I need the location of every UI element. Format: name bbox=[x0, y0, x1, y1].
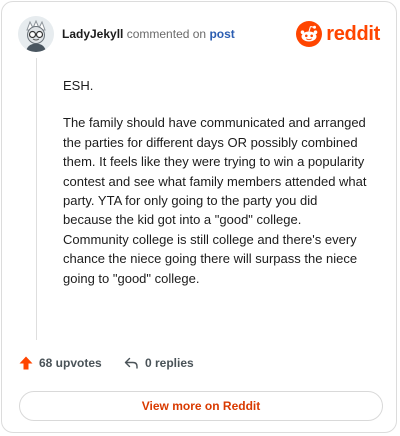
reddit-logo[interactable]: reddit bbox=[296, 20, 380, 48]
post-link[interactable]: post bbox=[209, 27, 234, 41]
reply-arrow-icon bbox=[124, 357, 138, 369]
view-more-label: View more on Reddit bbox=[141, 399, 261, 413]
reply-button[interactable]: 0 replies bbox=[123, 355, 194, 371]
upvote-arrow-icon bbox=[19, 356, 33, 370]
reddit-wordmark: reddit bbox=[326, 22, 380, 45]
commented-on-text: commented on bbox=[126, 27, 207, 41]
embedded-comment-card: LadyJekyll commented on post reddit ESH.… bbox=[1, 1, 397, 433]
comment-body: ESH. The family should have communicated… bbox=[63, 76, 368, 306]
username-link[interactable]: LadyJekyll bbox=[62, 27, 123, 41]
upvote-count: 68 upvotes bbox=[39, 356, 102, 370]
thread-line bbox=[36, 58, 37, 340]
view-more-button[interactable]: View more on Reddit bbox=[19, 391, 383, 421]
user-avatar[interactable] bbox=[18, 16, 54, 52]
comment-paragraph: ESH. bbox=[63, 78, 94, 93]
comment-header: LadyJekyll commented on post reddit bbox=[18, 16, 380, 52]
comment-paragraph: The family should have communicated and … bbox=[63, 115, 367, 286]
comment-byline: LadyJekyll commented on post bbox=[62, 27, 235, 41]
reply-count: 0 replies bbox=[145, 356, 194, 370]
upvote-button[interactable]: 68 upvotes bbox=[18, 355, 102, 371]
reddit-snoo-icon bbox=[296, 21, 323, 47]
